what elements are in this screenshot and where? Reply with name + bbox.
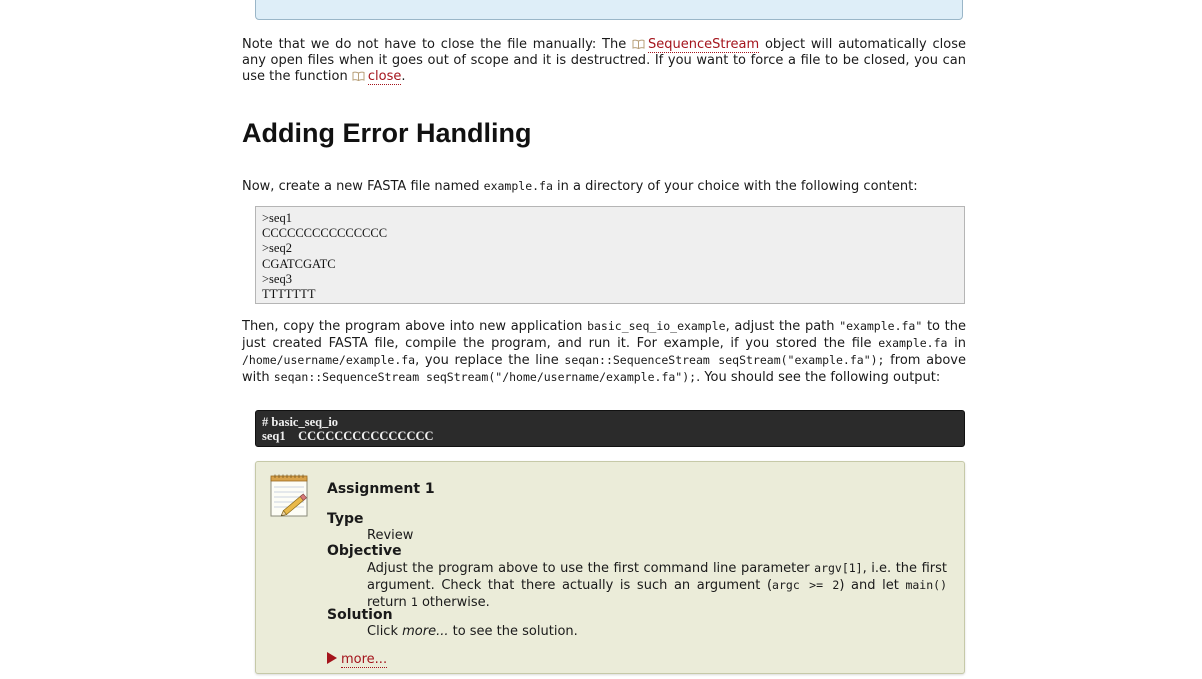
- assignment-box: Assignment 1 Type Review Objective Adjus…: [255, 461, 965, 674]
- section-heading: Adding Error Handling: [242, 118, 532, 148]
- inline-code: "example.fa": [839, 319, 923, 333]
- objective-text-part: otherwise.: [417, 595, 490, 610]
- solution-emphasis: more...: [402, 624, 449, 639]
- objective-text: Adjust the program above to use the firs…: [367, 560, 947, 611]
- solution-text-part: to see the solution.: [448, 624, 578, 639]
- solution-label: Solution: [327, 607, 393, 623]
- close-link[interactable]: close: [352, 69, 402, 85]
- inline-code: argv[1]: [814, 561, 863, 575]
- type-label: Type: [327, 511, 364, 527]
- code-line: CCCCCCCCCCCCCCC: [262, 226, 388, 241]
- fasta-code-block: >seq1 CCCCCCCCCCCCCCC >seq2 CGATCGATC >s…: [255, 206, 965, 304]
- type-value: Review: [367, 528, 414, 543]
- code-box-truncated: [255, 0, 963, 20]
- notepad-pencil-icon: [270, 474, 308, 517]
- code-line: CGATCGATC: [262, 256, 336, 271]
- inline-code: /home/username/example.fa: [242, 353, 416, 367]
- note-paragraph: Note that we do not have to close the fi…: [242, 37, 966, 85]
- objective-label: Objective: [327, 543, 402, 559]
- objective-text-part: ) and let: [839, 578, 906, 593]
- instructions-text: , adjust the path: [725, 319, 840, 334]
- code-line: >seq2: [262, 241, 292, 256]
- intro-paragraph: Now, create a new FASTA file named examp…: [242, 178, 966, 195]
- inline-code: example.fa: [878, 336, 948, 350]
- inline-code: example.fa: [483, 179, 553, 193]
- inline-code: basic_seq_io_example: [587, 319, 726, 333]
- triangle-right-icon: [327, 652, 337, 664]
- more-toggle-link[interactable]: more...: [327, 652, 388, 668]
- sequencestream-link[interactable]: SequenceStream: [632, 37, 760, 53]
- note-text: Note that we do not have to close the fi…: [242, 37, 633, 52]
- intro-text: Now, create a new FASTA file named: [242, 179, 484, 194]
- instructions-paragraph: Then, copy the program above into new ap…: [242, 318, 966, 386]
- code-line: >seq1: [262, 211, 292, 225]
- assignment-title: Assignment 1: [327, 481, 435, 497]
- code-line: TTTTTTT: [262, 287, 316, 302]
- more-link-text[interactable]: more...: [341, 652, 388, 668]
- inline-code: main(): [905, 578, 947, 592]
- intro-text: in a directory of your choice with the f…: [552, 179, 918, 194]
- console-line: # basic_seq_io: [262, 415, 339, 429]
- inline-code: seqan::SequenceStream seqStream("example…: [564, 353, 885, 367]
- book-icon: [632, 39, 645, 49]
- solution-text-part: Click: [367, 624, 403, 639]
- instructions-text: . You should see the following output:: [696, 370, 941, 385]
- book-icon: [352, 71, 365, 81]
- note-text: .: [401, 69, 406, 84]
- instructions-text: in: [947, 336, 967, 351]
- inline-code: seqan::SequenceStream seqStream("/home/u…: [273, 370, 697, 384]
- close-link-text[interactable]: close: [367, 69, 402, 85]
- inline-code: argc >= 2: [772, 578, 840, 592]
- console-line: seq1 CCCCCCCCCCCCCCC: [262, 429, 434, 443]
- solution-text: Click more... to see the solution.: [367, 624, 947, 640]
- objective-text-part: Adjust the program above to use the firs…: [367, 561, 815, 576]
- code-line: >seq3: [262, 271, 292, 286]
- instructions-text: Then, copy the program above into new ap…: [242, 319, 588, 334]
- sequencestream-link-text[interactable]: SequenceStream: [648, 37, 760, 53]
- console-output-block: # basic_seq_io seq1 CCCCCCCCCCCCCCC: [255, 410, 965, 447]
- instructions-text: , you replace the line: [415, 353, 565, 368]
- inline-code: 1: [410, 595, 418, 609]
